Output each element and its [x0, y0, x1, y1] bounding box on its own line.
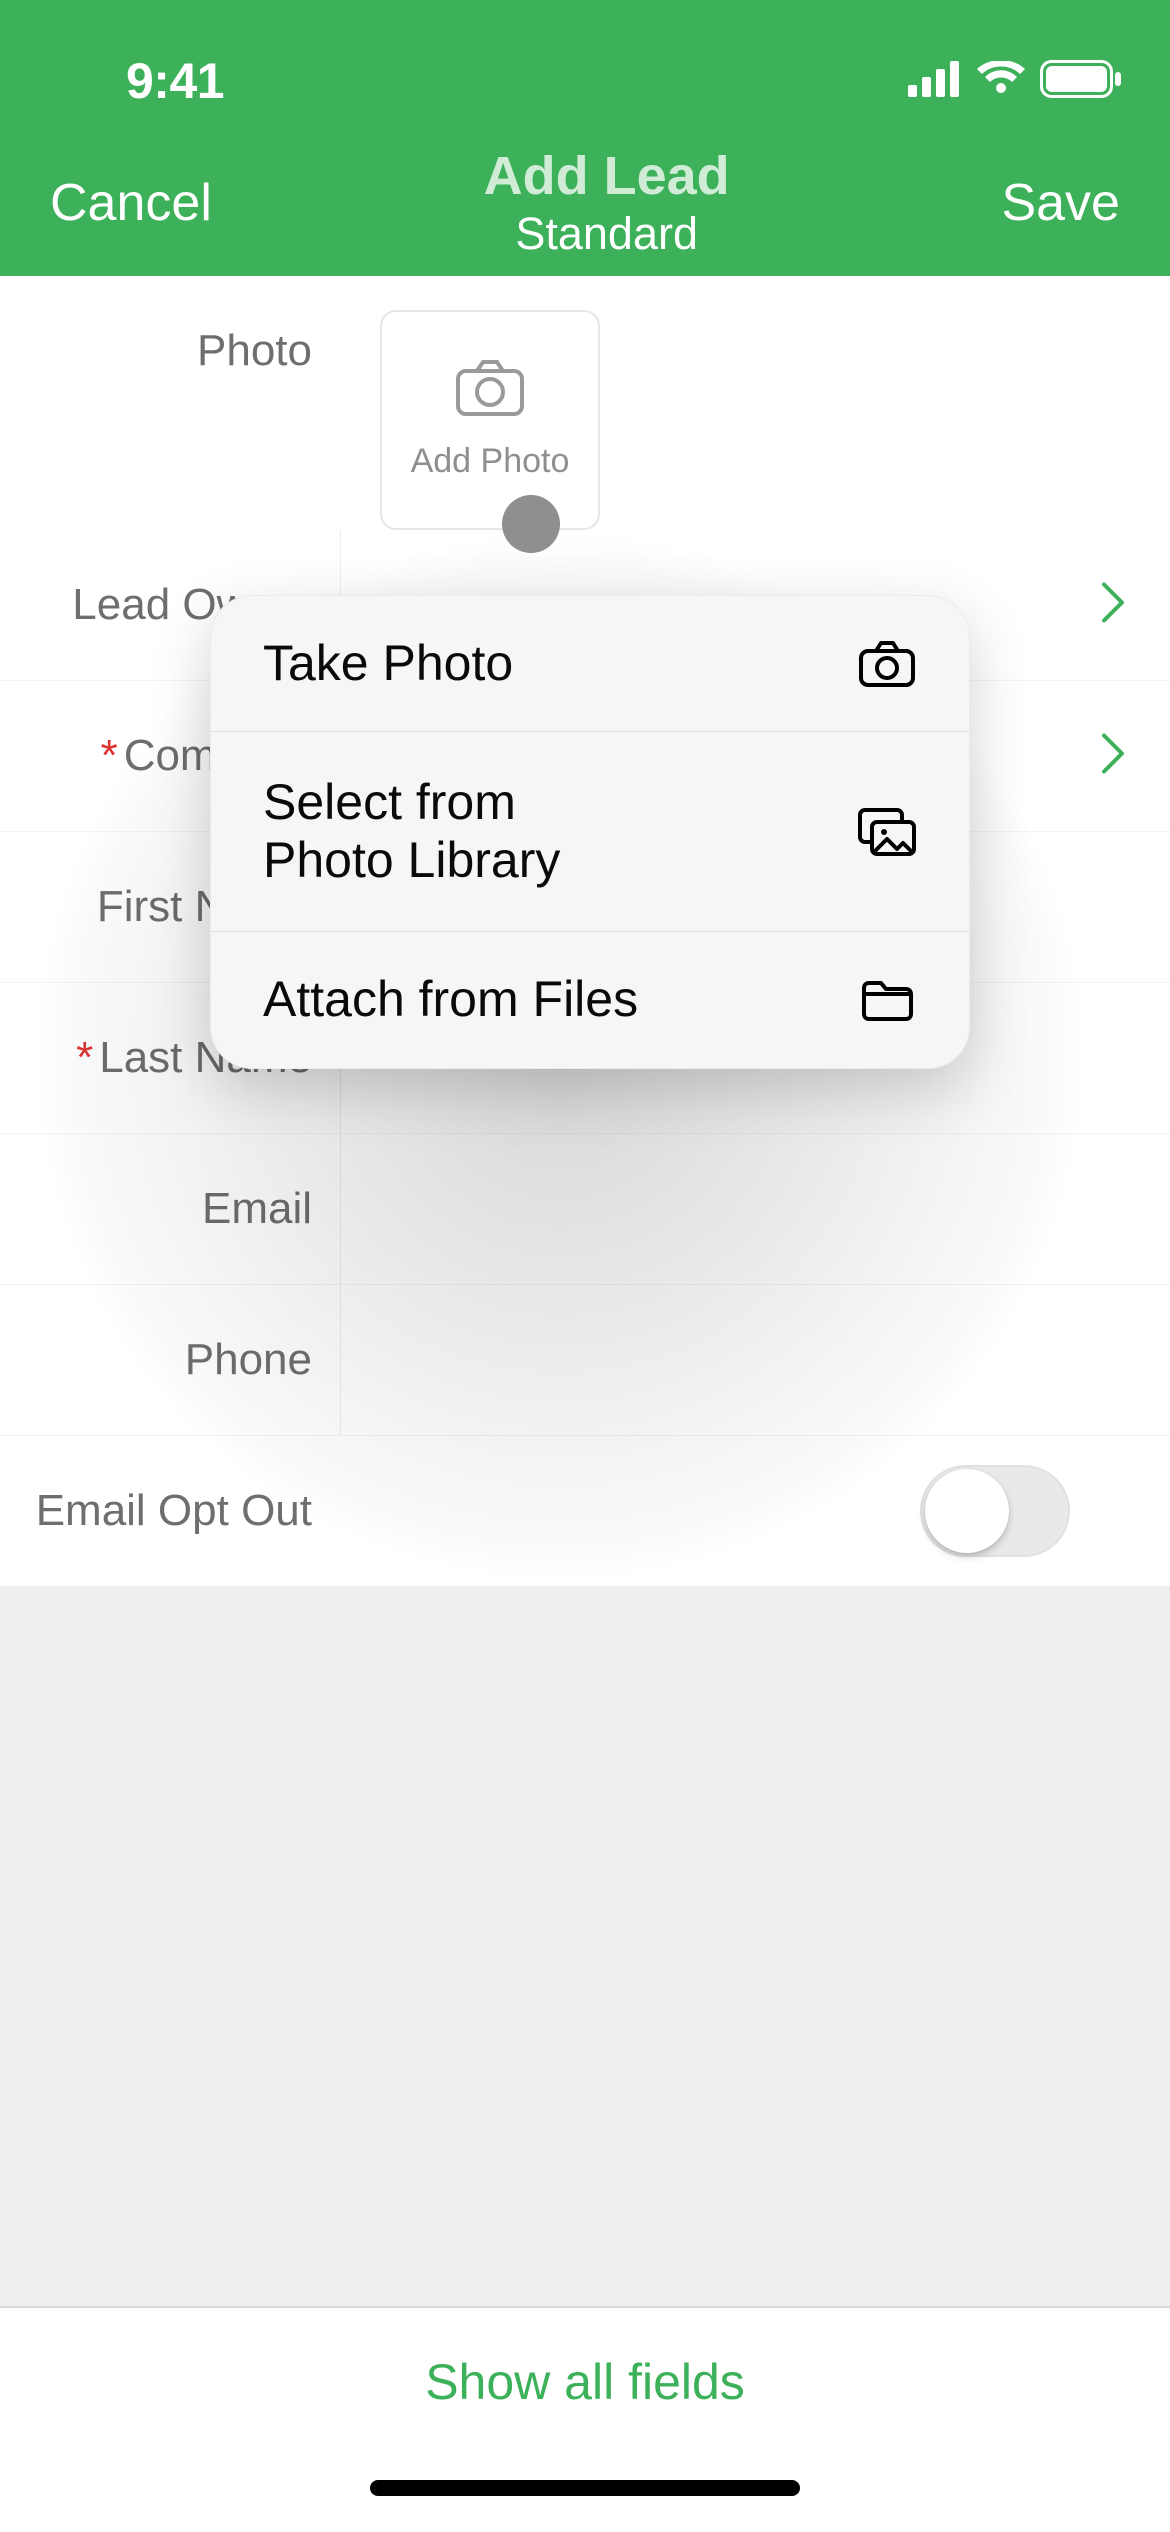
label-email-opt-out: Email Opt Out — [36, 1486, 312, 1536]
status-time: 9:41 — [126, 52, 224, 110]
row-email[interactable]: Email — [0, 1134, 1170, 1285]
nav-title-group: Add Lead Standard — [484, 147, 730, 258]
chevron-right-icon — [1098, 730, 1128, 783]
row-photo: Photo Add Photo — [0, 276, 1170, 530]
label-phone: Phone — [185, 1335, 312, 1385]
label-email: Email — [202, 1184, 312, 1234]
menu-attach-files-label: Attach from Files — [263, 971, 638, 1029]
show-all-fields-button[interactable]: Show all fields — [0, 2306, 1170, 2456]
required-marker: * — [101, 731, 118, 781]
toggle-knob — [925, 1469, 1009, 1553]
camera-icon — [857, 640, 917, 688]
home-indicator-area — [0, 2456, 1170, 2532]
menu-take-photo[interactable]: Take Photo — [211, 596, 969, 732]
add-photo-label: Add Photo — [411, 442, 570, 481]
email-opt-out-toggle[interactable] — [920, 1465, 1070, 1557]
cellular-icon — [908, 61, 962, 102]
folder-icon — [857, 978, 917, 1022]
row-email-opt-out: Email Opt Out — [0, 1436, 1170, 1586]
menu-attach-files[interactable]: Attach from Files — [211, 932, 969, 1068]
app-header: 9:41 Cancel Add Lead Stand — [0, 0, 1170, 276]
photo-source-menu: Take Photo Select from Photo Library Att… — [210, 595, 970, 1069]
wifi-icon — [976, 61, 1026, 102]
status-indicators — [908, 60, 1122, 103]
cancel-button[interactable]: Cancel — [50, 173, 212, 233]
show-all-fields-label: Show all fields — [425, 2353, 745, 2411]
row-phone[interactable]: Phone — [0, 1285, 1170, 1436]
footer-spacer — [0, 1586, 1170, 2306]
camera-icon — [455, 359, 525, 422]
page-subtitle: Standard — [484, 209, 730, 259]
status-bar: 9:41 — [0, 54, 1170, 108]
menu-select-library-label: Select from Photo Library — [263, 774, 560, 889]
photo-library-icon — [857, 807, 917, 857]
menu-take-photo-label: Take Photo — [263, 635, 513, 693]
add-photo-button[interactable]: Add Photo — [380, 310, 600, 530]
chevron-right-icon — [1098, 579, 1128, 632]
touch-indicator — [502, 495, 560, 553]
required-marker: * — [76, 1033, 93, 1083]
label-photo: Photo — [197, 326, 312, 376]
battery-icon — [1040, 60, 1122, 103]
nav-bar: Cancel Add Lead Standard Save — [0, 147, 1170, 258]
page-title: Add Lead — [484, 147, 730, 206]
menu-select-library[interactable]: Select from Photo Library — [211, 732, 969, 932]
home-indicator — [370, 2480, 800, 2496]
save-button[interactable]: Save — [1001, 173, 1120, 233]
